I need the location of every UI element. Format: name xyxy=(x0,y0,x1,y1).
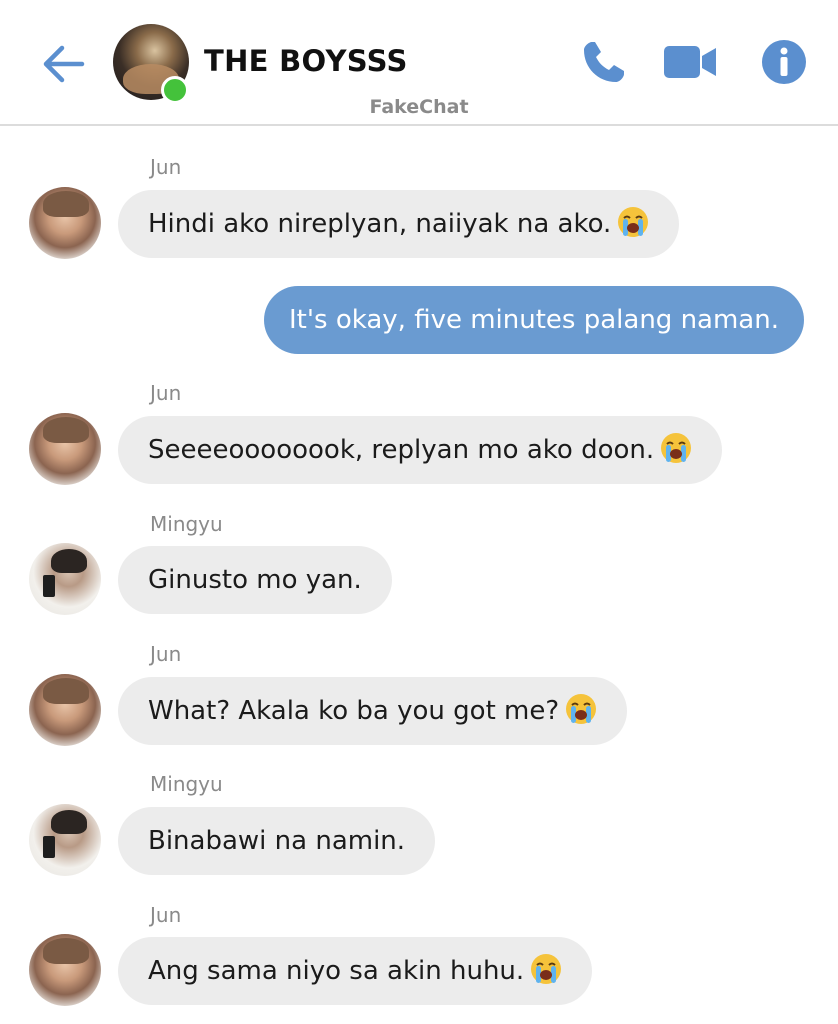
chat-header: THE BOYSSS FakeChat xyxy=(0,0,838,126)
voice-call-button[interactable] xyxy=(578,36,630,88)
video-camera-icon xyxy=(664,46,716,78)
message-text: Hindi ako nireplyan, naiiyak na ako. xyxy=(148,209,612,239)
avatar-mingyu[interactable] xyxy=(29,543,101,615)
avatar-jun[interactable] xyxy=(29,934,101,1006)
outgoing-message-bubble[interactable]: It's okay, five minutes palang naman. xyxy=(264,286,804,354)
back-button[interactable] xyxy=(38,38,90,90)
message-text: Ang sama niyo sa akin huhu. xyxy=(148,956,525,986)
loudly-crying-face-icon xyxy=(618,206,649,237)
sender-name: Jun xyxy=(150,642,182,666)
info-button[interactable] xyxy=(758,36,810,88)
message-text: It's okay, five minutes palang naman. xyxy=(289,305,779,335)
loudly-crying-face-icon xyxy=(566,693,597,724)
message-bubble[interactable]: Hindi ako nireplyan, naiiyak na ako. xyxy=(118,190,680,258)
group-avatar[interactable] xyxy=(113,24,189,104)
message-text: Seeeeoooooook, replyan mo ako doon. xyxy=(148,435,655,465)
info-icon xyxy=(762,40,806,84)
chat-screen: THE BOYSSS FakeChat Jun Hindi ako nirepl… xyxy=(0,0,838,1024)
message-bubble[interactable]: Ginusto mo yan. xyxy=(118,546,392,614)
video-call-button[interactable] xyxy=(662,36,716,88)
avatar-jun[interactable] xyxy=(29,674,101,746)
avatar-jun[interactable] xyxy=(29,413,101,485)
sender-name: Mingyu xyxy=(150,512,223,536)
avatar-mingyu[interactable] xyxy=(29,804,101,876)
message-bubble[interactable]: Binabawi na namin. xyxy=(118,807,436,875)
chat-title[interactable]: THE BOYSSS xyxy=(204,44,408,78)
sender-name: Jun xyxy=(150,903,182,927)
loudly-crying-face-icon xyxy=(661,432,692,463)
message-bubble[interactable]: What? Akala ko ba you got me? xyxy=(118,677,628,745)
sender-name: Jun xyxy=(150,155,182,179)
back-arrow-icon xyxy=(43,45,85,83)
message-text: What? Akala ko ba you got me? xyxy=(148,696,560,726)
sender-name: Jun xyxy=(150,381,182,405)
app-label: FakeChat xyxy=(369,96,469,118)
loudly-crying-face-icon xyxy=(531,953,562,984)
sender-name: Mingyu xyxy=(150,772,223,796)
message-bubble[interactable]: Ang sama niyo sa akin huhu. xyxy=(118,937,593,1005)
phone-icon xyxy=(584,42,624,82)
message-bubble[interactable]: Seeeeoooooook, replyan mo ako doon. xyxy=(118,416,723,484)
message-text: Binabawi na namin. xyxy=(148,826,406,856)
message-text: Ginusto mo yan. xyxy=(148,565,362,595)
avatar-jun[interactable] xyxy=(29,187,101,259)
